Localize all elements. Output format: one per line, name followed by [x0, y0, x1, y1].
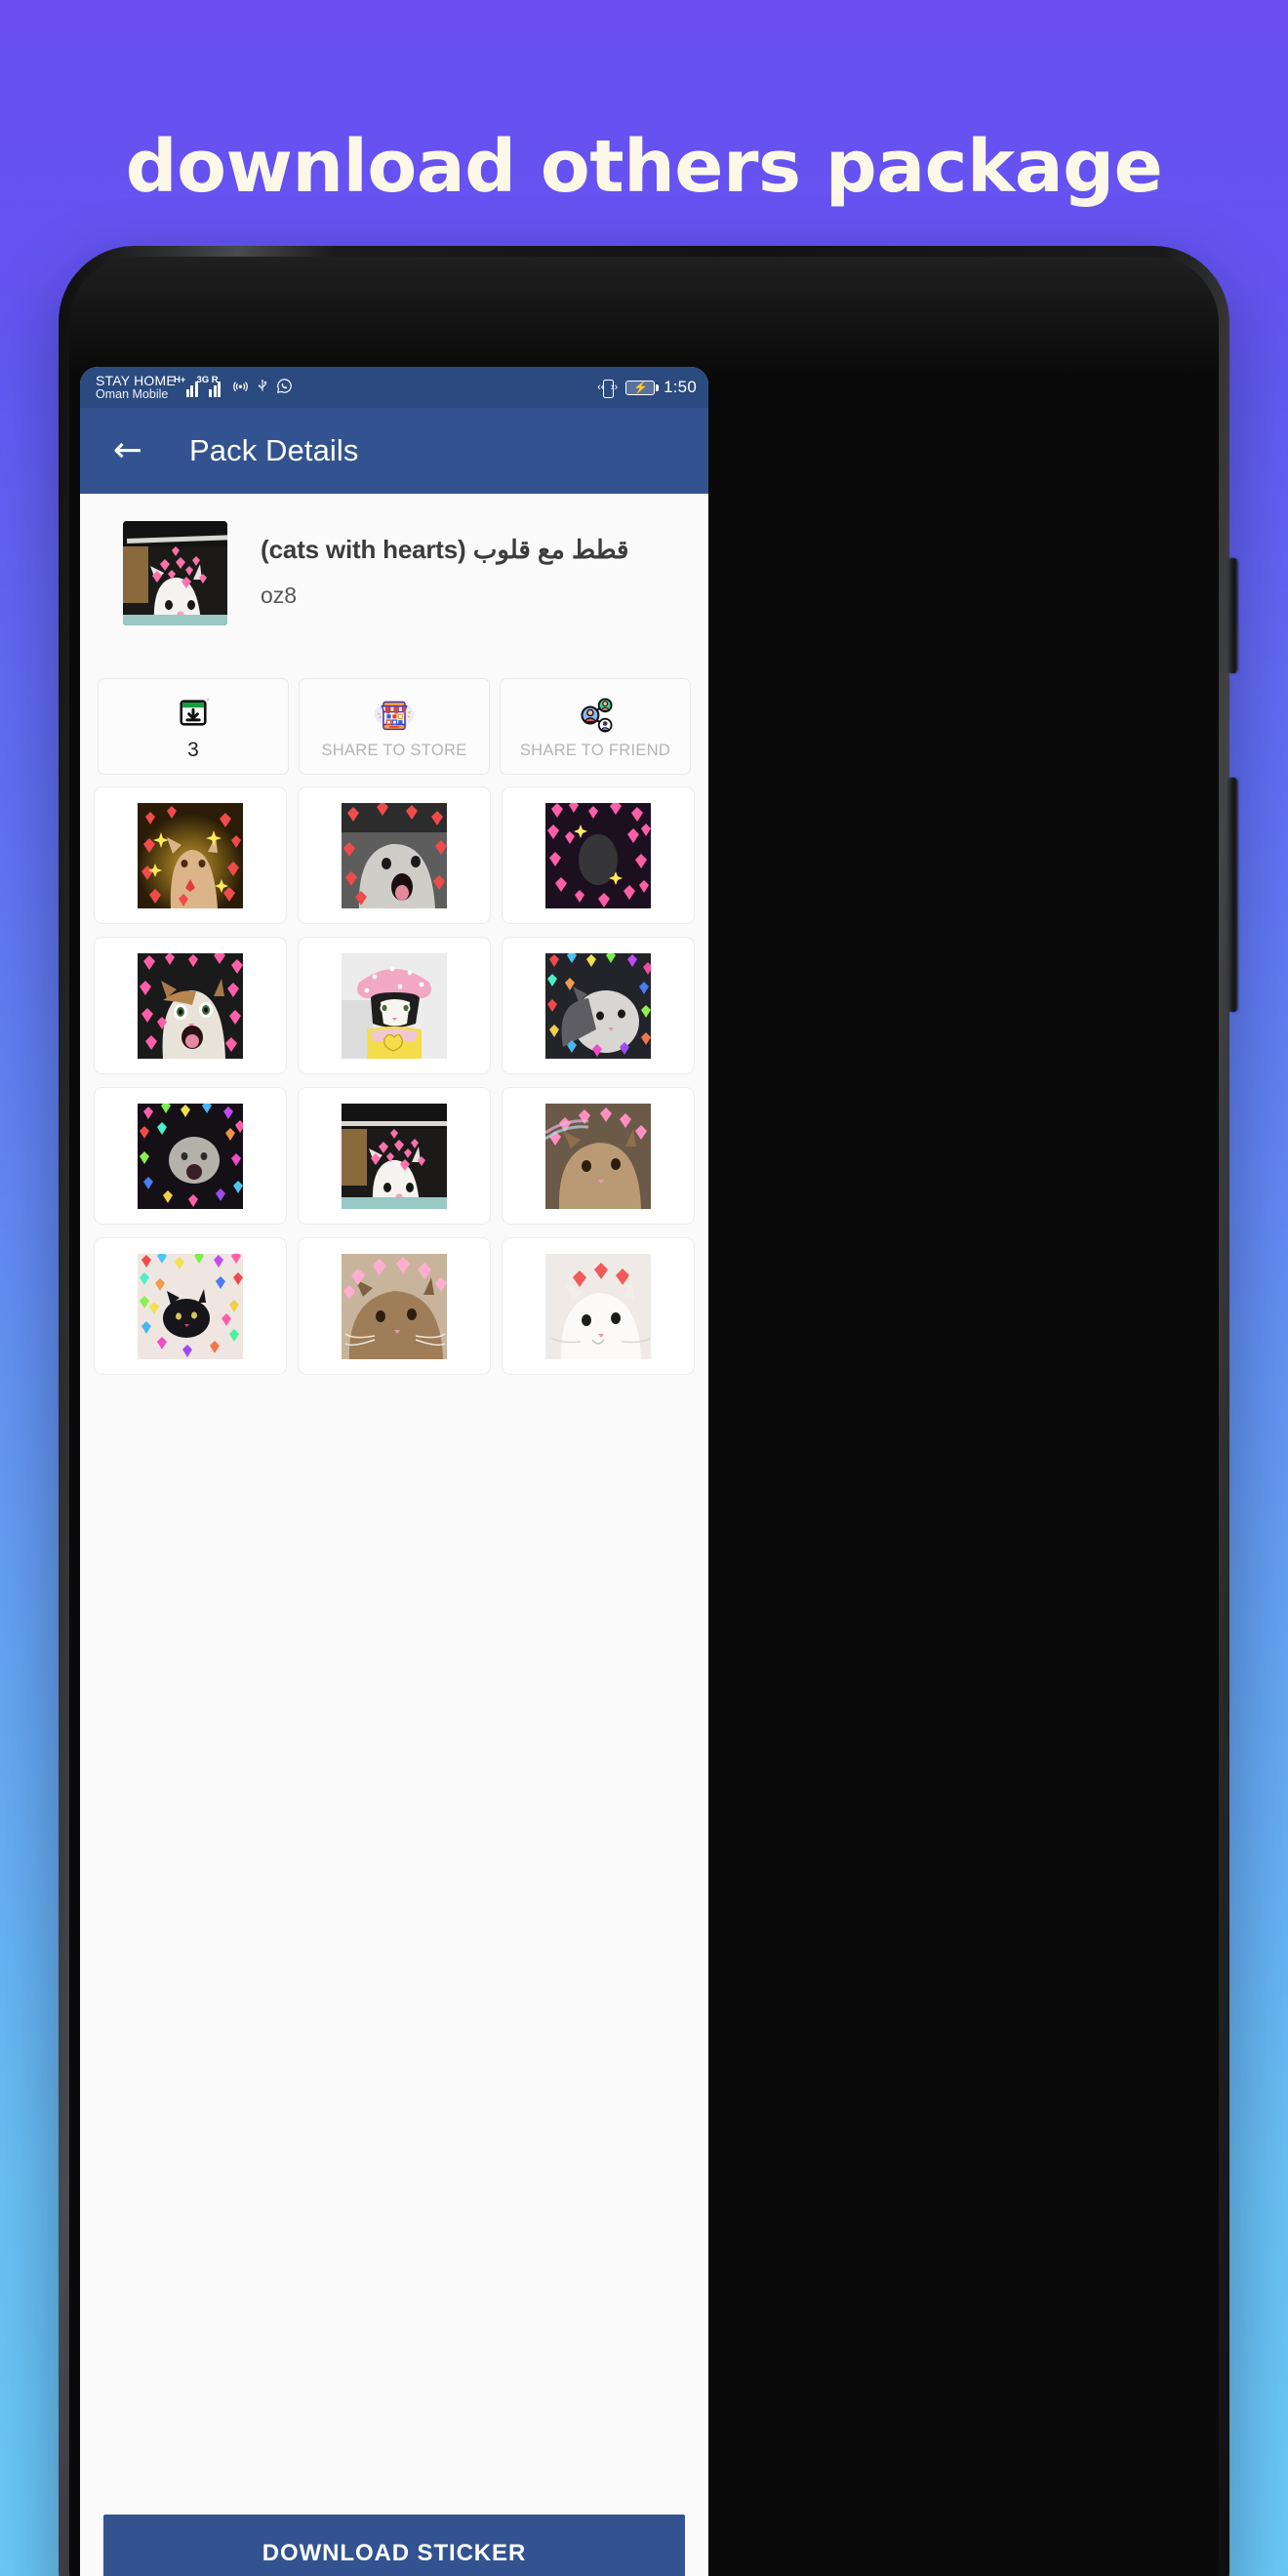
sticker-image-5	[342, 952, 447, 1059]
signal-bars-2-icon: 3G R	[196, 375, 225, 397]
sticker-card[interactable]	[94, 1087, 287, 1225]
pack-title: قطط مع قلوب (cats with hearts)	[261, 535, 629, 564]
status-icons-left: H+ 3G R	[174, 375, 293, 397]
download-tray-icon	[173, 691, 214, 734]
sticker-image-7	[138, 1103, 243, 1209]
network-type-2-label: 3G R	[196, 375, 219, 385]
sticker-card[interactable]	[94, 1237, 287, 1375]
sticker-image-1	[138, 802, 243, 908]
storefront-icon	[373, 694, 416, 737]
back-arrow-icon[interactable]: ←	[105, 428, 150, 473]
poster-canvas: download others package STAY HOME Oman M…	[0, 0, 1288, 2576]
screen-content: قطط مع قلوب (cats with hearts) oz8 3 SHA…	[80, 494, 708, 2576]
sticker-image-10	[138, 1253, 243, 1359]
sticker-card[interactable]	[298, 1237, 491, 1375]
sticker-grid	[80, 775, 708, 1375]
status-icons-right: ‹‹ ›› ⚡ 1:50	[597, 378, 697, 398]
share-people-icon	[574, 694, 617, 737]
status-clock: 1:50	[664, 378, 697, 396]
sticker-image-12	[545, 1253, 651, 1359]
bezel-gloss	[69, 257, 1219, 374]
sticker-card[interactable]	[298, 937, 491, 1074]
sticker-card[interactable]	[298, 786, 491, 924]
sticker-card[interactable]	[502, 937, 695, 1074]
pack-header: قطط مع قلوب (cats with hearts) oz8	[80, 494, 708, 625]
network-type-1-label: H+	[173, 375, 186, 385]
share-to-store-card[interactable]: SHARE TO STORE	[299, 678, 490, 775]
vibrate-icon: ‹‹ ››	[597, 379, 618, 398]
phone-device-frame: STAY HOME Oman Mobile H+ 3G R ‹‹ ›› ⚡ 1:…	[59, 246, 1237, 2576]
battery-charging-icon: ⚡	[625, 380, 660, 395]
sticker-card[interactable]	[502, 1087, 695, 1225]
download-sticker-button[interactable]: DOWNLOAD STICKER	[103, 2515, 685, 2576]
phone-bezel: STAY HOME Oman Mobile H+ 3G R ‹‹ ›› ⚡ 1:…	[69, 257, 1219, 2576]
share-to-friend-card[interactable]: SHARE TO FRIEND	[500, 678, 691, 775]
sticker-card[interactable]	[502, 1237, 695, 1375]
phone-screen: STAY HOME Oman Mobile H+ 3G R ‹‹ ›› ⚡ 1:…	[80, 367, 708, 2576]
share-to-store-label: SHARE TO STORE	[321, 741, 467, 759]
power-button[interactable]	[1228, 558, 1237, 673]
whatsapp-icon	[276, 378, 293, 397]
app-bar: ← Pack Details	[80, 408, 708, 494]
status-bar: STAY HOME Oman Mobile H+ 3G R ‹‹ ›› ⚡ 1:…	[80, 367, 708, 408]
sticker-image-9	[545, 1103, 651, 1209]
pack-thumbnail	[123, 521, 227, 625]
sticker-card[interactable]	[94, 786, 287, 924]
sticker-card[interactable]	[94, 937, 287, 1074]
sticker-image-2	[342, 802, 447, 908]
share-to-friend-label: SHARE TO FRIEND	[519, 741, 671, 759]
sticker-image-6	[545, 952, 651, 1059]
pack-author: oz8	[261, 583, 298, 608]
page-headline: download others package	[125, 125, 1163, 209]
sticker-card[interactable]	[298, 1087, 491, 1225]
download-count-value: 3	[187, 739, 199, 761]
pack-meta: قطط مع قلوب (cats with hearts) oz8	[261, 521, 628, 609]
sticker-card[interactable]	[502, 786, 695, 924]
hotspot-icon	[232, 378, 249, 397]
volume-button[interactable]	[1228, 778, 1237, 1012]
sticker-image-3	[545, 802, 651, 908]
usb-icon	[256, 378, 269, 397]
download-count-card[interactable]: 3	[98, 678, 289, 775]
page-title: Pack Details	[189, 433, 359, 467]
sticker-image-8	[342, 1103, 447, 1209]
carrier-block: STAY HOME Oman Mobile	[96, 374, 176, 400]
carrier-line-2: Oman Mobile	[96, 386, 169, 401]
action-row: 3 SHARE TO STORE SHARE TO FRIEND	[80, 625, 708, 775]
sticker-image-11	[342, 1253, 447, 1359]
carrier-line-1: STAY HOME	[96, 373, 176, 389]
sticker-image-4	[138, 952, 243, 1059]
